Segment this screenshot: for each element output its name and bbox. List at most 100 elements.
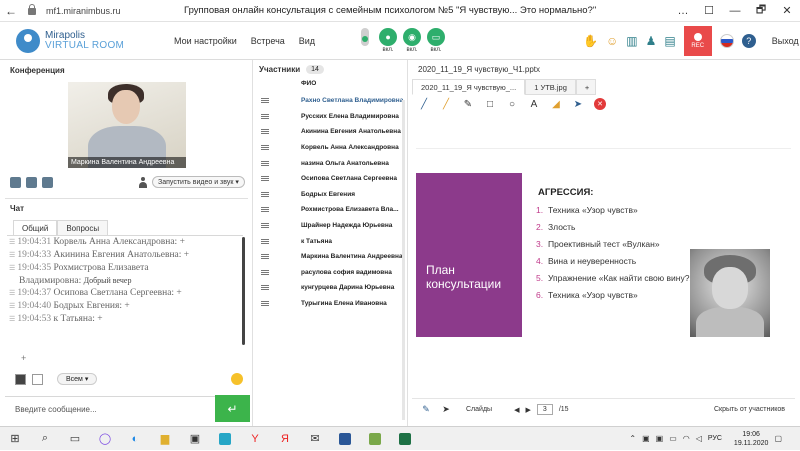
list-item[interactable]: Русских Елена Владимировна xyxy=(253,109,407,125)
address-bar[interactable]: mf1.miranimbus.ru xyxy=(46,6,156,16)
list-item[interactable]: Рохмистрова Елизавета Вла... xyxy=(253,202,407,218)
list-item[interactable]: Осипова Светлана Сергеевна xyxy=(253,171,407,187)
emoji-picker-icon[interactable] xyxy=(231,373,243,385)
more-icon[interactable]: … xyxy=(670,0,696,22)
pen-icon[interactable]: ╱ xyxy=(418,98,430,110)
cortana-icon[interactable]: ◯ xyxy=(90,427,120,451)
clock[interactable]: 19:06 19.11.2020 xyxy=(734,430,769,448)
drag-handle-icon[interactable] xyxy=(261,254,269,260)
tab-questions[interactable]: Вопросы xyxy=(57,220,109,236)
add-tab-button[interactable]: + xyxy=(575,79,596,95)
fio-column-header[interactable]: ФИО xyxy=(301,80,407,87)
prev-slide-icon[interactable]: ◀ xyxy=(514,406,519,414)
page-input[interactable]: 3 xyxy=(536,404,553,415)
speaker-settings-icon[interactable] xyxy=(42,177,53,188)
folder-icon[interactable]: ▆ xyxy=(150,427,180,451)
fill-icon[interactable]: ◢ xyxy=(550,98,562,110)
drag-handle-icon[interactable] xyxy=(261,238,269,244)
microphone-button[interactable]: ● вкл. xyxy=(379,28,398,53)
edge-icon[interactable]: ◐ xyxy=(120,427,150,451)
start-video-select[interactable]: Запустить видео и звук ▾ xyxy=(152,176,245,188)
cursor-icon[interactable]: ➤ xyxy=(440,404,452,416)
next-slide-icon[interactable]: ▶ xyxy=(525,406,530,414)
tray-app-icon[interactable]: ▣ xyxy=(656,434,664,443)
layout-icon[interactable]: ▤ xyxy=(664,34,675,48)
recipient-select[interactable]: Всем ▾ xyxy=(57,373,98,385)
battery-icon[interactable]: ▭ xyxy=(669,434,677,443)
list-item[interactable]: Рахно Светлана Владимировна xyxy=(253,93,407,109)
menu-meeting[interactable]: Встреча xyxy=(251,36,285,46)
list-item[interactable]: кунгурцева Дарина Юрьевна xyxy=(253,280,407,296)
background-color-icon[interactable] xyxy=(32,373,43,385)
list-item[interactable]: Шрайнер Надежда Юрьевна xyxy=(253,218,407,234)
list-item[interactable]: к Татьяна xyxy=(253,233,407,249)
video-feed[interactable]: Маркина Валентина Андреевна xyxy=(68,82,186,168)
app-l-icon[interactable] xyxy=(210,427,240,451)
participants-scrollbar[interactable] xyxy=(402,100,405,420)
circle-icon[interactable]: ○ xyxy=(506,98,518,110)
mail-icon[interactable]: ✉ xyxy=(300,427,330,451)
send-button[interactable]: ↵ xyxy=(215,395,250,422)
tabs-icon[interactable]: ☐ xyxy=(696,0,722,22)
tab-image[interactable]: 1 УТВ.jpg xyxy=(525,79,576,95)
raise-hand-icon[interactable]: ✋ xyxy=(583,34,598,48)
drag-handle-icon[interactable] xyxy=(261,207,269,213)
menu-settings[interactable]: Мои настройки xyxy=(174,36,237,46)
yandex-browser-icon[interactable]: Y xyxy=(240,427,270,451)
word-icon[interactable] xyxy=(330,427,360,451)
drag-handle-icon[interactable] xyxy=(261,285,269,291)
screen-share-button[interactable]: ▭ вкл. xyxy=(427,28,446,53)
list-item[interactable]: Бодрых Евгения xyxy=(253,187,407,203)
mic-settings-icon[interactable] xyxy=(26,177,37,188)
record-button[interactable]: REC xyxy=(683,25,712,56)
back-arrow-icon[interactable]: ← xyxy=(0,4,22,18)
task-view-icon[interactable]: ▭ xyxy=(60,427,90,451)
tray-app-icon[interactable]: ▣ xyxy=(642,434,650,443)
text-tool-icon[interactable]: A xyxy=(528,98,540,110)
notifications-icon[interactable]: ▢ xyxy=(774,434,782,443)
help-icon[interactable]: ? xyxy=(741,33,756,48)
exit-button[interactable]: Выход xyxy=(772,36,799,46)
start-icon[interactable]: ⊞ xyxy=(0,427,30,451)
webcam-settings-icon[interactable] xyxy=(10,177,21,188)
network-icon[interactable]: ◠ xyxy=(683,434,690,443)
drag-handle-icon[interactable] xyxy=(261,113,269,119)
list-item[interactable]: Акинина Евгения Анатольевна xyxy=(253,124,407,140)
minimize-icon[interactable]: — xyxy=(722,0,748,22)
text-color-icon[interactable] xyxy=(15,373,26,385)
slides-button[interactable]: Слайды xyxy=(466,406,492,413)
drag-handle-icon[interactable] xyxy=(261,223,269,229)
language-flag-icon[interactable] xyxy=(719,33,734,48)
chat-message-input[interactable]: Введите сообщение... xyxy=(5,396,215,421)
drag-handle-icon[interactable] xyxy=(261,98,269,104)
volume-icon[interactable]: ◁ xyxy=(696,434,702,443)
tab-general[interactable]: Общий xyxy=(13,220,58,236)
tab-presentation[interactable]: 2020_11_19_Я чувствую_... xyxy=(412,79,526,95)
list-item[interactable]: расулова софия вадимовна xyxy=(253,265,407,281)
mic-volume-slider[interactable] xyxy=(361,28,370,46)
emoji-icon[interactable]: ☺ xyxy=(606,34,618,48)
close-icon[interactable]: ✕ xyxy=(774,0,800,22)
drag-handle-icon[interactable] xyxy=(261,301,269,307)
image-app-icon[interactable] xyxy=(360,427,390,451)
list-item[interactable]: Корвель Анна Александровна xyxy=(253,140,407,156)
pointer-icon[interactable]: ➤ xyxy=(572,98,584,110)
clear-icon[interactable]: ✕ xyxy=(594,98,606,110)
excel-icon[interactable] xyxy=(390,427,420,451)
list-item[interactable]: Турыгина Елена Ивановна xyxy=(253,296,407,312)
drag-handle-icon[interactable] xyxy=(261,160,269,166)
users-icon[interactable]: ♟ xyxy=(646,34,657,48)
draw-mode-icon[interactable]: ✎ xyxy=(420,404,432,416)
search-icon[interactable]: ⌕ xyxy=(30,427,60,451)
tray-up-icon[interactable]: ⌃ xyxy=(629,434,636,443)
drag-handle-icon[interactable] xyxy=(261,145,269,151)
pencil-icon[interactable]: ✎ xyxy=(462,98,474,110)
webcam-button[interactable]: ◉ вкл. xyxy=(403,28,422,53)
list-item[interactable]: назина Ольга Анатольевна xyxy=(253,155,407,171)
drag-handle-icon[interactable] xyxy=(261,191,269,197)
drag-handle-icon[interactable] xyxy=(261,269,269,275)
hide-from-participants-button[interactable]: Скрыть от участников xyxy=(714,406,785,413)
store-icon[interactable]: ▣ xyxy=(180,427,210,451)
stats-icon[interactable]: ▥ xyxy=(626,34,637,48)
language-indicator[interactable]: РУС xyxy=(708,435,722,442)
